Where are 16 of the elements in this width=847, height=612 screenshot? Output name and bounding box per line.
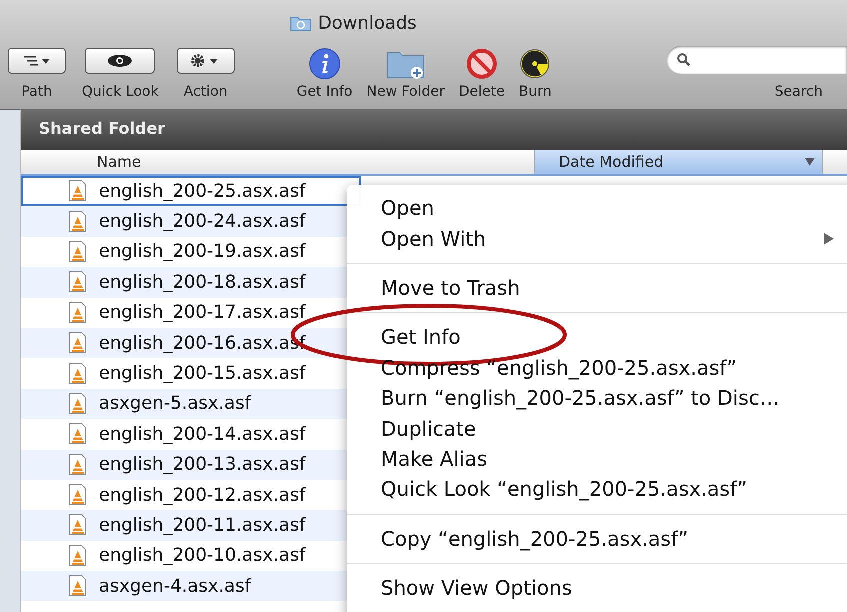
window-title: Downloads: [0, 0, 847, 36]
file-name: english_200-24.asx.asf: [99, 211, 306, 232]
file-name: english_200-18.asx.asf: [99, 272, 306, 293]
file-name: asxgen-5.asx.asf: [99, 393, 252, 414]
search-label: Search: [774, 84, 823, 100]
file-name: english_200-10.asx.asf: [99, 545, 306, 566]
file-name: asxgen-4.asx.asf: [99, 576, 252, 597]
file-name: english_200-13.asx.asf: [99, 454, 306, 476]
file-name: english_200-11.asx.asf: [99, 514, 306, 536]
file-name: english_200-14.asx.asf: [99, 424, 306, 445]
file-name: english_200-15.asx.asf: [99, 363, 306, 384]
file-name: english_200-12.asx.asf: [99, 484, 306, 506]
section-header: Shared Folder: [21, 110, 847, 150]
file-name: english_200-17.asx.asf: [99, 302, 306, 324]
file-name: english_200-19.asx.asf: [99, 241, 306, 262]
file-name: english_200-25.asx.asf: [99, 180, 306, 202]
